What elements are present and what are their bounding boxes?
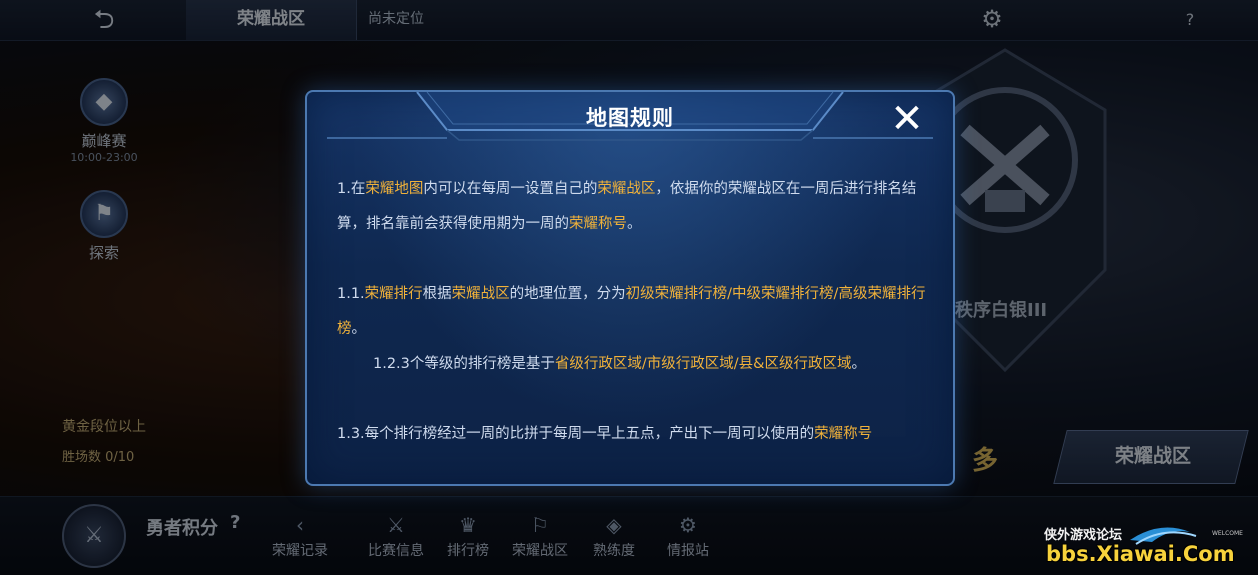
peak-match-card[interactable]: ◆ 巅峰赛 10:00-23:00 xyxy=(56,78,152,164)
nav-label: 荣耀战区 xyxy=(512,543,568,559)
watermark-forum-name: 侠外游戏论坛 xyxy=(1044,528,1123,543)
hero-points-icon[interactable]: ⚔ xyxy=(62,504,126,568)
location-status: 尚未定位 xyxy=(368,11,424,27)
peak-match-icon: ◆ xyxy=(80,78,128,126)
chevron-left-icon: ‹ xyxy=(296,513,304,537)
tab-glory-zone[interactable]: 荣耀战区 xyxy=(186,0,357,40)
rule-text: 。 xyxy=(627,216,642,232)
explore-label: 探索 xyxy=(88,244,119,262)
rule-text: 1.1. xyxy=(337,286,365,302)
close-icon[interactable]: ✕ xyxy=(887,99,927,140)
watermark-welcome: WELCOME xyxy=(1212,530,1243,537)
duo-text: 多 xyxy=(972,446,999,476)
swords-icon: ⚔ xyxy=(387,513,405,537)
map-rules-dialog: 地图规则 ✕ 1.在荣耀地图内可以在每周一设置自己的荣耀战区，依据你的荣耀战区在… xyxy=(305,90,955,486)
rule-highlight: 荣耀排行 xyxy=(364,286,423,302)
nav-match-info[interactable]: ⚔ 比赛信息 xyxy=(358,510,434,560)
nav-label: 情报站 xyxy=(667,543,709,559)
rule-1-3: 1.3.每个排行榜经过一周的比拼于每周一早上五点，产出下一周可以使用的荣耀称号 xyxy=(337,417,929,452)
rule-text: 。 xyxy=(351,321,367,337)
hero-points-help-button[interactable]: ? xyxy=(230,512,240,533)
rule-highlight: 荣耀战区 xyxy=(597,181,656,197)
dialog-header: 地图规则 ✕ xyxy=(307,92,953,144)
rule-highlight: 省级行政区域/市级行政区域/县&区级行政区域 xyxy=(554,356,852,372)
help-button[interactable]: ? xyxy=(1176,6,1204,34)
rule-1-1: 1.1.荣耀排行根据荣耀战区的地理位置，分为初级荣耀排行榜/中级荣耀排行榜/高级… xyxy=(337,277,929,347)
rule-highlight: 荣耀地图 xyxy=(365,181,424,197)
nav-label: 排行榜 xyxy=(447,543,489,559)
gear-icon[interactable]: ⚙ xyxy=(974,2,1010,38)
flag-icon: ⚐ xyxy=(531,513,549,537)
rules-text: 1.在荣耀地图内可以在每周一设置自己的荣耀战区，依据你的荣耀战区在一周后进行排名… xyxy=(337,172,929,452)
glory-zone-button-label[interactable]: 荣耀战区 xyxy=(1078,440,1228,472)
rank-title: 秩序白银III xyxy=(955,300,1048,321)
rule-1: 1.在荣耀地图内可以在每周一设置自己的荣耀战区，依据你的荣耀战区在一周后进行排名… xyxy=(337,172,929,242)
top-bar: ⮌ 荣耀战区 尚未定位 ⚙ ? xyxy=(0,0,1258,41)
nav-label: 熟练度 xyxy=(593,543,635,559)
rule-1-2: 1.2.3个等级的排行榜是基于省级行政区域/市级行政区域/县&区级行政区域。 xyxy=(337,347,929,382)
game-screen: ⮌ 荣耀战区 尚未定位 ⚙ ? ◆ 巅峰赛 10:00-23:00 ⚑ 探索 黄… xyxy=(0,0,1258,575)
rule-highlight: 荣耀称号 xyxy=(814,426,873,442)
nav-intel-station[interactable]: ⚙ 情报站 xyxy=(650,510,726,560)
crown-icon: ♛ xyxy=(459,513,477,537)
rule-highlight: 荣耀战区 xyxy=(451,286,510,302)
gear-icon: ⚙ xyxy=(679,513,697,537)
rule-text: 。 xyxy=(851,356,866,372)
nav-proficiency[interactable]: ◈ 熟练度 xyxy=(576,510,652,560)
dialog-title: 地图规则 xyxy=(586,106,674,130)
rule-text: 根据 xyxy=(422,286,452,302)
hero-points-label: 勇者积分 xyxy=(146,518,218,539)
rule-text: 的地理位置，分为 xyxy=(509,286,626,302)
explore-card[interactable]: ⚑ 探索 xyxy=(56,190,152,263)
nav-glory-zone[interactable]: ⚐ 荣耀战区 xyxy=(502,510,578,560)
rule-highlight: 荣耀称号 xyxy=(569,216,627,232)
rule-text: 内可以在每周一设置自己的 xyxy=(423,181,598,197)
rule-text: 1.2.3个等级的排行榜是基于 xyxy=(373,356,555,372)
explore-icon: ⚑ xyxy=(80,190,128,238)
diamond-icon: ◈ xyxy=(606,513,622,537)
watermark-url: bbs.Xiawai.Com xyxy=(1046,542,1235,566)
peak-match-time: 10:00-23:00 xyxy=(70,151,138,164)
peak-match-label: 巅峰赛 xyxy=(81,132,127,150)
rule-text: 1.3.每个排行榜经过一周的比拼于每周一早上五点，产出下一周可以使用的 xyxy=(337,426,815,442)
gold-requirement: 黄金段位以上 xyxy=(62,419,146,435)
nav-glory-record[interactable]: ‹ 荣耀记录 xyxy=(262,510,338,560)
win-count: 胜场数 0/10 xyxy=(62,450,135,465)
nav-leaderboard[interactable]: ♛ 排行榜 xyxy=(430,510,506,560)
nav-label: 比赛信息 xyxy=(368,543,424,559)
rule-text: 1.在 xyxy=(337,181,366,197)
back-arrow-icon[interactable]: ⮌ xyxy=(78,6,130,34)
nav-label: 荣耀记录 xyxy=(272,543,328,559)
